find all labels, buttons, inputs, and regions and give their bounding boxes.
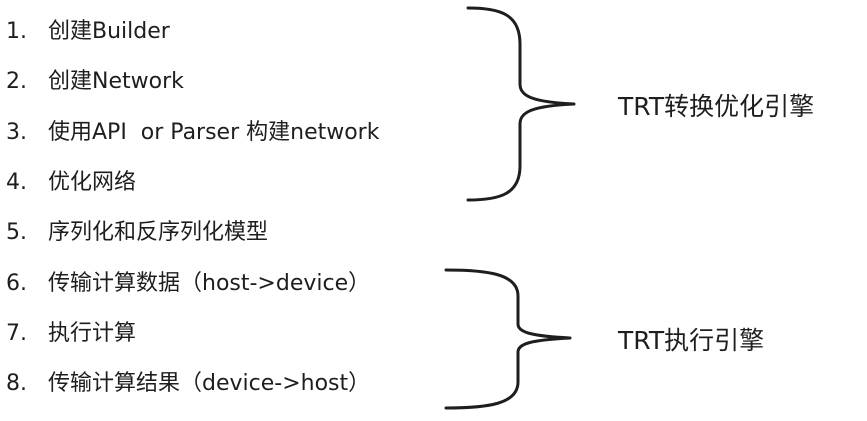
step-text: 传输计算结果（device->host） <box>48 371 371 396</box>
step-5: 5. 序列化和反序列化模型 <box>6 213 268 253</box>
step-6: 6. 传输计算数据（host->device） <box>6 264 370 304</box>
right-brace-group-2 <box>444 268 572 410</box>
step-number: 1. <box>6 19 27 44</box>
step-2: 2. 创建Network <box>6 62 184 102</box>
step-number: 7. <box>6 321 27 346</box>
step-number: 2. <box>6 69 27 94</box>
group-label-execution-engine: TRT执行引擎 <box>618 326 765 355</box>
step-text: 传输计算数据（host->device） <box>48 271 371 296</box>
step-number: 4. <box>6 170 27 195</box>
step-number: 5. <box>6 220 27 245</box>
step-text: 执行计算 <box>48 321 137 346</box>
step-number: 6. <box>6 271 27 296</box>
diagram-canvas: 1. 创建Builder 2. 创建Network 3. 使用API or Parse… <box>0 0 867 421</box>
step-text: 优化网络 <box>48 170 137 195</box>
step-1: 1. 创建Builder <box>6 12 170 52</box>
step-4: 4. 优化网络 <box>6 163 136 203</box>
step-number: 3. <box>6 120 27 145</box>
group-label-conversion-engine: TRT转换优化引擎 <box>618 92 815 121</box>
step-number: 8. <box>6 371 27 396</box>
right-brace-group-1 <box>466 6 576 202</box>
step-3: 3. 使用API or Parser 构建network <box>6 113 379 153</box>
step-7: 7. 执行计算 <box>6 314 136 354</box>
step-text: 创建Builder <box>48 19 170 44</box>
step-text: 序列化和反序列化模型 <box>48 220 269 245</box>
step-text: 使用API or Parser 构建network <box>48 120 380 145</box>
step-8: 8. 传输计算结果（device->host） <box>6 364 370 404</box>
step-text: 创建Network <box>48 69 184 94</box>
